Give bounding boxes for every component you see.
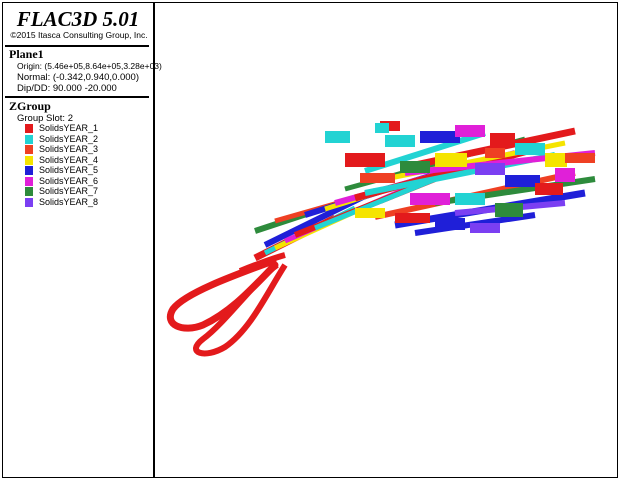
color-swatch bbox=[25, 145, 33, 154]
stope-block bbox=[455, 193, 485, 205]
stope-block bbox=[515, 143, 545, 155]
stope-block bbox=[410, 193, 450, 205]
zgroup-item-label: SolidsYEAR_6 bbox=[39, 175, 99, 186]
plot-frame: FLAC3D 5.01 ©2015 Itasca Consulting Grou… bbox=[2, 2, 618, 478]
stope-block bbox=[325, 131, 350, 143]
zgroup-item-label: SolidsYEAR_5 bbox=[39, 165, 99, 175]
stope-block bbox=[355, 208, 385, 218]
zgroup-header: ZGroup bbox=[9, 99, 51, 113]
copyright-text: ©2015 Itasca Consulting Group, Inc. bbox=[10, 30, 148, 40]
zgroup-item-label: SolidsYEAR_1 bbox=[39, 123, 99, 133]
stope-block bbox=[375, 123, 389, 133]
stope-block bbox=[470, 223, 500, 233]
stope-block bbox=[360, 173, 395, 183]
stope-block bbox=[505, 175, 540, 187]
zgroup-item-label: SolidsYEAR_4 bbox=[39, 154, 99, 165]
stope-block bbox=[385, 135, 415, 147]
stope-block bbox=[435, 153, 467, 167]
plane-origin: Origin: (5.46e+05,8.64e+05,3.28e+03) bbox=[17, 61, 162, 71]
stope-block bbox=[545, 153, 567, 167]
stope-block bbox=[495, 203, 523, 217]
stope-block bbox=[565, 153, 595, 163]
color-swatch bbox=[25, 197, 33, 207]
stope-block bbox=[435, 218, 465, 230]
stope-block bbox=[395, 213, 430, 223]
stope-block bbox=[345, 153, 385, 167]
plane-dipdd: Dip/DD: 90.000 -20.000 bbox=[17, 83, 117, 94]
mine-model-view bbox=[167, 121, 596, 357]
zgroup-item-label: SolidsYEAR_2 bbox=[39, 133, 99, 144]
stope-block bbox=[400, 161, 430, 173]
color-swatch bbox=[25, 176, 33, 186]
color-swatch bbox=[25, 155, 33, 165]
stope-block bbox=[475, 163, 505, 175]
decline-ramp bbox=[193, 262, 288, 357]
stope-block bbox=[490, 133, 515, 147]
model-viewport[interactable] bbox=[155, 3, 617, 477]
color-swatch bbox=[25, 187, 33, 196]
zgroup-item-label: SolidsYEAR_8 bbox=[39, 196, 99, 207]
zgroup-item-label: SolidsYEAR_7 bbox=[39, 186, 99, 196]
stope-block bbox=[485, 148, 505, 158]
color-swatch bbox=[25, 124, 33, 133]
zgroup-item-label: SolidsYEAR_3 bbox=[39, 144, 99, 154]
legend-panel: FLAC3D 5.01 ©2015 Itasca Consulting Grou… bbox=[3, 3, 162, 477]
stope-block bbox=[420, 131, 460, 143]
plane-normal: Normal: (-0.342,0.940,0.000) bbox=[17, 72, 139, 83]
color-swatch bbox=[25, 134, 33, 144]
stope-block bbox=[555, 168, 575, 182]
color-swatch bbox=[25, 166, 33, 175]
plane-header: Plane1 bbox=[9, 47, 44, 61]
app-title: FLAC3D 5.01 bbox=[16, 7, 140, 31]
legend-divider bbox=[5, 96, 149, 98]
stope-block bbox=[455, 125, 485, 137]
stope-block bbox=[535, 183, 563, 195]
